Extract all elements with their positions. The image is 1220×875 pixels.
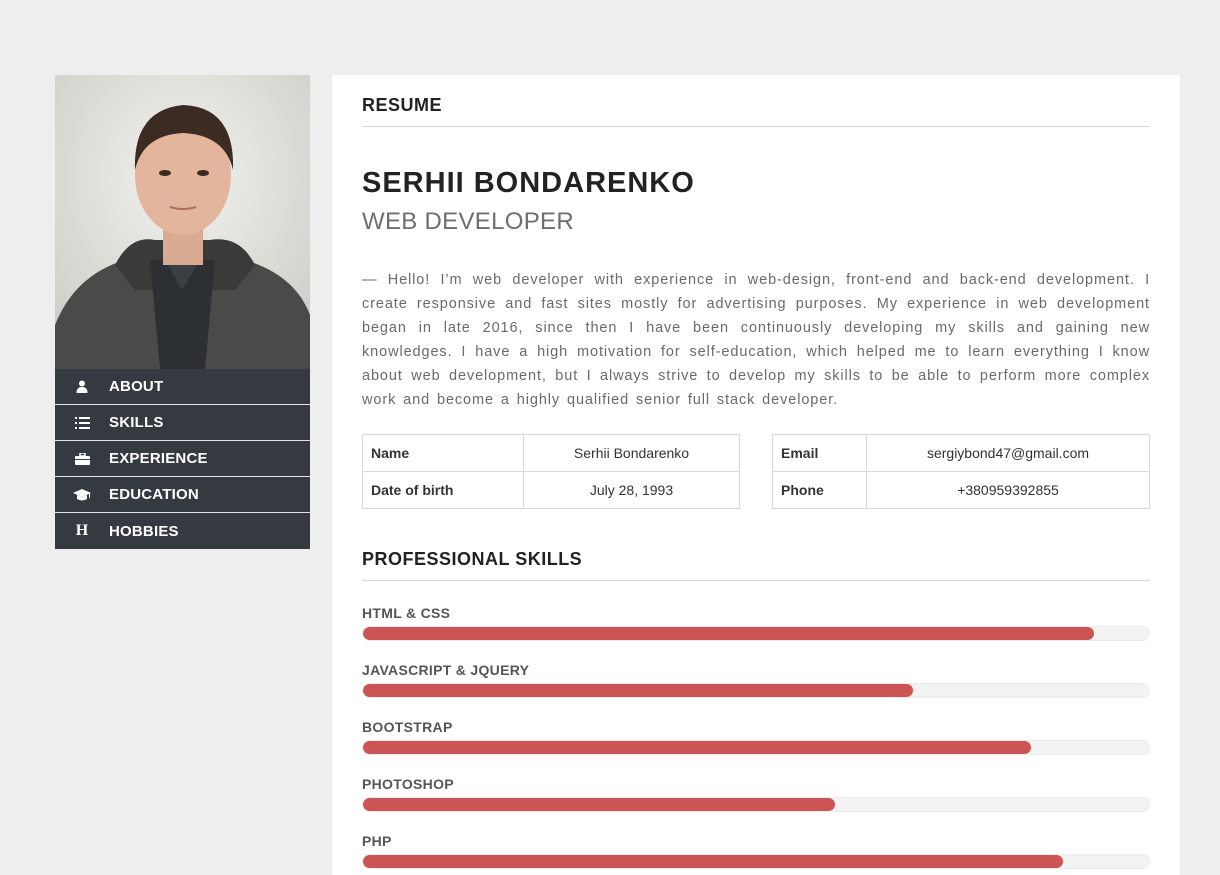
profile-photo [55, 75, 310, 369]
table-row: Date of birth July 28, 1993 [362, 471, 740, 509]
resume-section-title: RESUME [362, 75, 1150, 127]
skill-item: PHOTOSHOP [362, 776, 1150, 812]
sidebar-item-label: HOBBIES [109, 522, 179, 540]
sidebar-item-skills[interactable]: SKILLS [55, 405, 310, 441]
graduation-cap-icon [55, 488, 109, 501]
resume-panel: RESUME SERHII BONDARENKO WEB DEVELOPER —… [332, 75, 1180, 875]
briefcase-icon [55, 452, 109, 465]
email-value[interactable]: sergiybond47@gmail.com [866, 434, 1150, 472]
skill-bar [362, 626, 1150, 641]
info-key: Name [362, 434, 524, 472]
skill-label: BOOTSTRAP [362, 719, 453, 735]
skill-bar-fill [363, 684, 914, 697]
h-icon: H [75, 522, 89, 539]
info-key: Phone [772, 471, 867, 509]
skill-bar [362, 797, 1150, 812]
skill-label: HTML & CSS [362, 605, 451, 621]
list-icon [55, 416, 109, 429]
sidebar-nav: ABOUT SKILLS EXPERIENCE EDUCATION H HOBB… [55, 369, 310, 549]
table-row: Email sergiybond47@gmail.com [772, 434, 1150, 472]
skill-bar [362, 854, 1150, 869]
skill-bar-fill [363, 855, 1063, 868]
sidebar-item-education[interactable]: EDUCATION [55, 477, 310, 513]
sidebar-item-label: EXPERIENCE [109, 450, 208, 467]
skill-bar [362, 740, 1150, 755]
user-icon [55, 380, 109, 393]
info-key: Date of birth [362, 471, 524, 509]
skill-bar-fill [363, 741, 1032, 754]
skill-label: JAVASCRIPT & JQUERY [362, 662, 530, 678]
info-key: Email [772, 434, 867, 472]
skill-item: HTML & CSS [362, 605, 1150, 641]
skill-item: PHP [362, 833, 1150, 869]
person-role: WEB DEVELOPER [362, 208, 574, 235]
skill-label: PHOTOSHOP [362, 776, 454, 792]
sidebar-item-label: SKILLS [109, 414, 164, 431]
table-row: Phone +380959392855 [772, 471, 1150, 509]
contact-info-table: Email sergiybond47@gmail.com Phone +3809… [772, 434, 1150, 509]
info-tables: Name Serhii Bondarenko Date of birth Jul… [362, 434, 1150, 509]
sidebar-item-label: EDUCATION [109, 486, 199, 503]
personal-info-table: Name Serhii Bondarenko Date of birth Jul… [362, 434, 740, 509]
skill-bar [362, 683, 1150, 698]
skill-bar-fill [363, 798, 835, 811]
sidebar-item-experience[interactable]: EXPERIENCE [55, 441, 310, 477]
skill-bar-fill [363, 627, 1094, 640]
info-value: July 28, 1993 [523, 471, 740, 509]
sidebar-item-label: ABOUT [109, 378, 164, 395]
sidebar: ABOUT SKILLS EXPERIENCE EDUCATION H HOBB… [55, 75, 310, 549]
skill-label: PHP [362, 833, 392, 849]
table-row: Name Serhii Bondarenko [362, 434, 740, 472]
about-text: — Hello! I’m web developer with experien… [362, 272, 1150, 408]
skill-item: JAVASCRIPT & JQUERY [362, 662, 1150, 698]
sidebar-item-about[interactable]: ABOUT [55, 369, 310, 405]
sidebar-item-hobbies[interactable]: H HOBBIES [55, 513, 310, 549]
skill-item: BOOTSTRAP [362, 719, 1150, 755]
skills-section-title: PROFESSIONAL SKILLS [362, 549, 1150, 581]
info-value: Serhii Bondarenko [523, 434, 740, 472]
person-name: SERHII BONDARENKO [362, 167, 695, 199]
phone-value[interactable]: +380959392855 [866, 471, 1150, 509]
